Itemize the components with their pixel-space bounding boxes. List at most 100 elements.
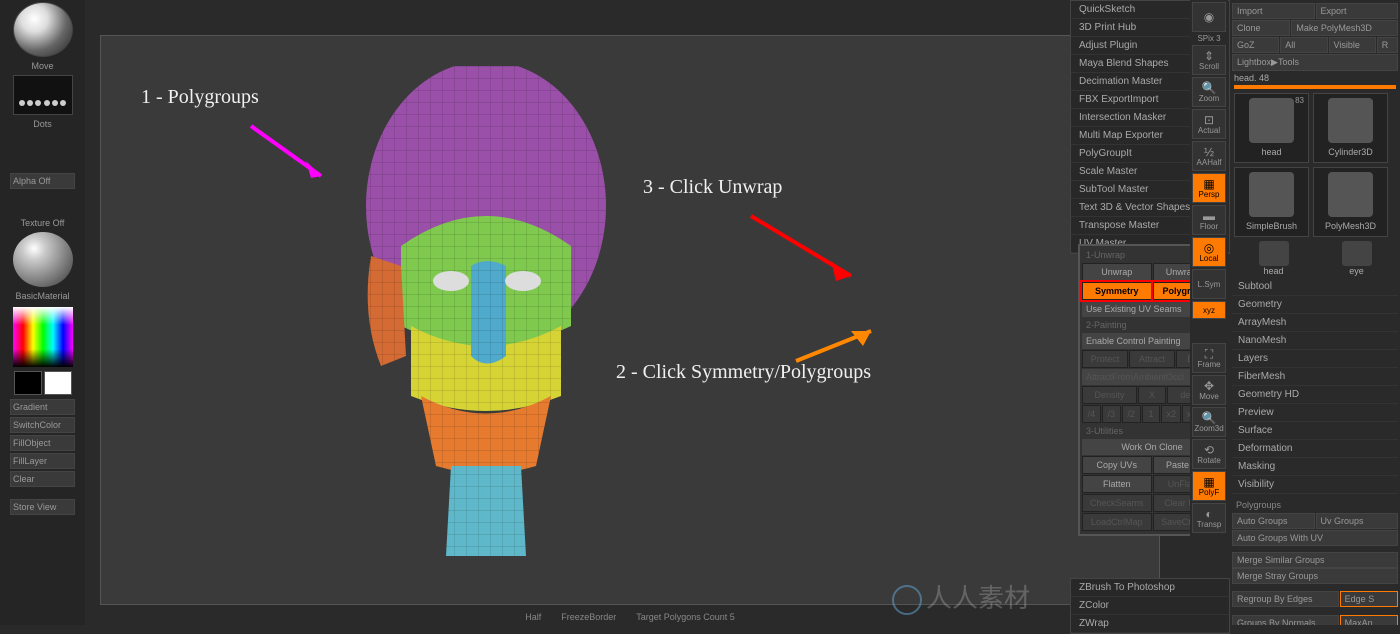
merge-stray-button[interactable]: Merge Stray Groups <box>1232 568 1398 584</box>
auto-groups-button[interactable]: Auto Groups <box>1232 513 1315 529</box>
swatch-black[interactable] <box>14 371 42 395</box>
loadctrl-button[interactable]: LoadCtrlMap <box>1082 513 1152 531</box>
accordion-masking[interactable]: Masking <box>1232 458 1398 476</box>
color-picker[interactable] <box>13 307 73 367</box>
unwrap-button[interactable]: Unwrap <box>1082 263 1152 281</box>
tool-polymesh3d[interactable]: PolyMesh3D <box>1313 167 1388 237</box>
scroll-button[interactable]: ⇕Scroll <box>1192 45 1226 75</box>
material-label: BasicMaterial <box>0 289 85 303</box>
floor-button[interactable]: ▬Floor <box>1192 205 1226 235</box>
polyf-button[interactable]: ▦PolyF <box>1192 471 1226 501</box>
symmetry-button[interactable]: Symmetry <box>1082 282 1152 300</box>
head-model <box>311 66 631 556</box>
d1[interactable]: 1 <box>1142 405 1161 423</box>
freeze-label[interactable]: FreezeBorder <box>561 612 616 622</box>
stroke-preview[interactable] <box>13 75 73 115</box>
maxan-button[interactable]: MaxAn <box>1340 615 1398 625</box>
edge-s-button[interactable]: Edge S <box>1340 591 1398 607</box>
tool-head[interactable]: 83head <box>1234 93 1309 163</box>
accordion-list: SubtoolGeometryArrayMeshNanoMeshLayersFi… <box>1232 278 1398 494</box>
zoom-button[interactable]: 🔍Zoom <box>1192 77 1226 107</box>
half-label[interactable]: Half <box>525 612 541 622</box>
x2[interactable]: x2 <box>1161 405 1181 423</box>
lightbox-tools-button[interactable]: Lightbox▶Tools <box>1232 54 1398 71</box>
annotation-3: 3 - Click Unwrap <box>643 176 782 199</box>
rotate-button[interactable]: ⟲Rotate <box>1192 439 1226 469</box>
watermark: 人人素材 <box>892 578 1030 615</box>
arrow-orange <box>791 326 881 366</box>
gradient-button[interactable]: Gradient <box>10 399 75 415</box>
x-button[interactable]: X <box>1138 386 1166 404</box>
stroke-label: Dots <box>0 117 85 131</box>
clear-button[interactable]: Clear <box>10 471 75 487</box>
xyz-button[interactable]: xyz <box>1192 301 1226 319</box>
accordion-preview[interactable]: Preview <box>1232 404 1398 422</box>
tool-cylinder3d[interactable]: Cylinder3D <box>1313 93 1388 163</box>
subtool-eye[interactable]: eye <box>1315 239 1398 278</box>
left-tool-panel: Move Dots Alpha Off Texture Off BasicMat… <box>0 0 85 625</box>
attract-button[interactable]: Attract <box>1129 350 1175 368</box>
accordion-subtool[interactable]: Subtool <box>1232 278 1398 296</box>
accordion-arraymesh[interactable]: ArrayMesh <box>1232 314 1398 332</box>
uv-groups-button[interactable]: Uv Groups <box>1316 513 1399 529</box>
all-button[interactable]: All <box>1280 37 1327 53</box>
frame-button[interactable]: ⛶Frame <box>1192 343 1226 373</box>
storeview-button[interactable]: Store View <box>10 499 75 515</box>
annotation-1: 1 - Polygroups <box>141 86 259 109</box>
actual-button[interactable]: ⊡Actual <box>1192 109 1226 139</box>
d3[interactable]: /3 <box>1102 405 1121 423</box>
goz-button[interactable]: GoZ <box>1232 37 1279 53</box>
flatten-button[interactable]: Flatten <box>1082 475 1152 493</box>
local-button[interactable]: ◎Local <box>1192 237 1226 267</box>
accordion-nanomesh[interactable]: NanoMesh <box>1232 332 1398 350</box>
bpr-button[interactable]: ◉ <box>1192 2 1226 32</box>
tool-simplebrush[interactable]: SimpleBrush <box>1234 167 1309 237</box>
accordion-layers[interactable]: Layers <box>1232 350 1398 368</box>
move-button[interactable]: ✥Move <box>1192 375 1226 405</box>
protect-button[interactable]: Protect <box>1082 350 1128 368</box>
subtool-row: headeye <box>1232 239 1398 278</box>
swatch-white[interactable] <box>44 371 72 395</box>
transp-button[interactable]: ◐Transp <box>1192 503 1226 533</box>
make-polymesh-button[interactable]: Make PolyMesh3D <box>1291 20 1398 36</box>
subtool-head[interactable]: head <box>1232 239 1315 278</box>
accordion-geometry-hd[interactable]: Geometry HD <box>1232 386 1398 404</box>
fillobject-button[interactable]: FillObject <box>10 435 75 451</box>
color-swatches <box>0 371 85 395</box>
d4[interactable]: /4 <box>1082 405 1101 423</box>
clone-button[interactable]: Clone <box>1232 20 1290 36</box>
checkseams-button[interactable]: CheckSeams <box>1082 494 1152 512</box>
brush-preview[interactable] <box>13 2 73 57</box>
head-num: 48 <box>1259 73 1269 83</box>
lsym-button[interactable]: L.Sym <box>1192 269 1226 299</box>
copy-uvs-button[interactable]: Copy UVs <box>1082 456 1152 474</box>
merge-similar-button[interactable]: Merge Similar Groups <box>1232 552 1398 568</box>
accordion-fibermesh[interactable]: FiberMesh <box>1232 368 1398 386</box>
regroup-edges-button[interactable]: Regroup By Edges <box>1232 591 1339 607</box>
plugin-zwrap[interactable]: ZWrap <box>1071 615 1229 633</box>
switchcolor-button[interactable]: SwitchColor <box>10 417 75 433</box>
groups-normals-button[interactable]: Groups By Normals <box>1232 615 1339 625</box>
zoom3d-button[interactable]: 🔍Zoom3d <box>1192 407 1226 437</box>
plugin-zbrush-to-photoshop[interactable]: ZBrush To Photoshop <box>1071 579 1229 597</box>
r-button[interactable]: R <box>1377 37 1398 53</box>
filllayer-button[interactable]: FillLayer <box>10 453 75 469</box>
head-label: head. <box>1234 73 1257 83</box>
canvas-viewport[interactable]: 1 - Polygroups 3 - Click Unwrap 2 - Clic… <box>100 35 1160 605</box>
aahalf-button[interactable]: ½AAHalf <box>1192 141 1226 171</box>
visible-button[interactable]: Visible <box>1329 37 1376 53</box>
right-tool-panel: ImportExport CloneMake PolyMesh3D GoZAll… <box>1230 0 1400 625</box>
alpha-off-button[interactable]: Alpha Off <box>10 173 75 189</box>
accordion-visibility[interactable]: Visibility <box>1232 476 1398 494</box>
export-button[interactable]: Export <box>1316 3 1399 19</box>
import-button[interactable]: Import <box>1232 3 1315 19</box>
d2[interactable]: /2 <box>1122 405 1141 423</box>
density-button[interactable]: Density <box>1082 386 1137 404</box>
auto-groups-uv-button[interactable]: Auto Groups With UV <box>1232 530 1398 546</box>
accordion-surface[interactable]: Surface <box>1232 422 1398 440</box>
material-preview[interactable] <box>13 232 73 287</box>
plugin-zcolor[interactable]: ZColor <box>1071 597 1229 615</box>
persp-button[interactable]: ▦Persp <box>1192 173 1226 203</box>
accordion-geometry[interactable]: Geometry <box>1232 296 1398 314</box>
accordion-deformation[interactable]: Deformation <box>1232 440 1398 458</box>
